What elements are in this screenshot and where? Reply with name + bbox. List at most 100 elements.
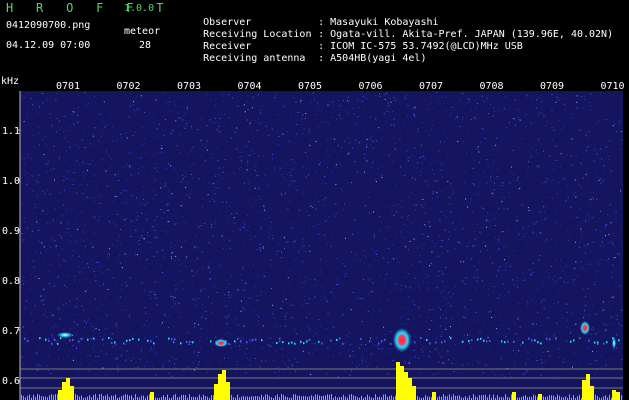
noise-speck (406, 150, 408, 152)
noise-speck (539, 211, 541, 213)
noise-speck (168, 190, 170, 192)
noise-speck (99, 336, 101, 337)
histogram-baseline-bar (113, 395, 114, 400)
noise-speck (291, 317, 293, 318)
noise-speck (245, 282, 247, 284)
noise-speck (112, 201, 114, 203)
noise-speck (36, 369, 38, 371)
histogram-baseline-bar (569, 394, 570, 400)
noise-speck (342, 100, 344, 102)
noise-speck (468, 133, 470, 135)
noise-speck (495, 144, 497, 146)
noise-speck (41, 92, 42, 94)
noise-speck (315, 333, 317, 335)
noise-speck (153, 212, 155, 214)
noise-speck (121, 355, 122, 357)
noise-speck (308, 326, 310, 328)
noise-speck (362, 250, 364, 252)
noise-speck (470, 118, 472, 120)
noise-speck (450, 211, 452, 213)
noise-speck (516, 179, 518, 181)
noise-speck (70, 328, 71, 330)
noise-speck (48, 338, 50, 340)
noise-speck (376, 366, 378, 368)
noise-speck (144, 307, 146, 309)
noise-speck (291, 363, 293, 365)
noise-speck (515, 353, 517, 355)
noise-speck (140, 236, 142, 238)
noise-speck (57, 342, 59, 345)
noise-speck (349, 355, 351, 357)
noise-speck (353, 121, 355, 123)
noise-speck (406, 157, 408, 159)
noise-speck (145, 337, 146, 339)
noise-speck (523, 236, 524, 237)
noise-speck (486, 182, 488, 184)
noise-speck (472, 168, 474, 170)
noise-speck (445, 267, 447, 268)
noise-speck (55, 131, 57, 133)
noise-speck (508, 230, 510, 232)
noise-speck (95, 189, 97, 191)
noise-speck (248, 359, 250, 361)
noise-speck (141, 347, 143, 349)
noise-speck (272, 235, 274, 237)
noise-speck (294, 358, 296, 360)
noise-speck (388, 348, 390, 350)
noise-speck (305, 176, 307, 178)
noise-speck (295, 370, 296, 372)
noise-speck (82, 193, 84, 195)
noise-speck (427, 317, 429, 318)
noise-speck (533, 233, 535, 234)
noise-speck (108, 215, 110, 217)
noise-speck (310, 102, 312, 104)
noise-speck (427, 275, 429, 277)
noise-speck (474, 351, 476, 353)
noise-speck (609, 141, 611, 142)
noise-speck (421, 122, 423, 124)
noise-speck (69, 301, 71, 302)
noise-speck (414, 115, 416, 117)
noise-speck (129, 277, 131, 279)
noise-speck (115, 344, 117, 346)
noise-speck (130, 359, 132, 361)
noise-speck (103, 283, 105, 284)
noise-speck (441, 252, 443, 254)
noise-speck (218, 167, 220, 169)
noise-speck (213, 287, 215, 289)
noise-speck (102, 159, 104, 160)
noise-speck (209, 271, 211, 273)
noise-speck (198, 340, 200, 342)
noise-speck (535, 221, 537, 223)
noise-speck (237, 337, 239, 340)
noise-speck (516, 225, 518, 227)
noise-speck (600, 92, 602, 94)
histogram-baseline-bar (395, 395, 396, 400)
noise-speck (515, 219, 517, 221)
noise-speck (186, 332, 188, 334)
noise-speck (478, 194, 480, 196)
noise-speck (582, 107, 584, 109)
noise-speck (124, 253, 126, 255)
noise-speck (108, 155, 110, 157)
noise-speck (605, 119, 607, 121)
noise-speck (208, 182, 210, 184)
noise-speck (334, 297, 336, 299)
noise-speck (141, 203, 143, 205)
noise-speck (491, 317, 493, 318)
noise-speck (175, 303, 177, 305)
noise-speck (146, 361, 148, 363)
noise-speck (46, 222, 48, 224)
noise-speck (287, 277, 289, 279)
noise-speck (349, 101, 351, 103)
noise-speck (312, 207, 313, 208)
noise-speck (225, 305, 227, 307)
histogram-spike-bar (612, 390, 616, 400)
noise-speck (544, 361, 546, 363)
noise-speck (42, 210, 44, 212)
noise-speck (453, 192, 455, 194)
noise-speck (106, 150, 107, 152)
noise-speck (439, 103, 441, 105)
noise-speck (115, 224, 117, 226)
noise-speck (330, 138, 332, 140)
